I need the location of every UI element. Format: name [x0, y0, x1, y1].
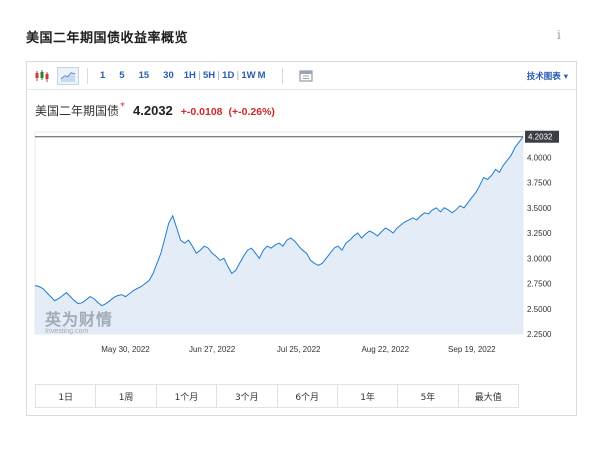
y-tick-label: 2.7500	[527, 280, 552, 289]
range-5y-button[interactable]: 5年	[398, 385, 459, 407]
investing-watermark-logo: 英为财情 Investing.com	[45, 306, 113, 335]
y-tick-label: 2.5000	[527, 305, 552, 314]
y-tick-label: 3.5000	[527, 204, 552, 213]
watermark-brand: 英为财情	[45, 310, 114, 329]
x-tick-label: May 30, 2022	[101, 345, 150, 354]
x-tick-label: Jun 27, 2022	[189, 345, 236, 354]
chart-widget: 1 5 15 30 1H | 5H | 1D | 1W M 技术图表 ▾ 美国二…	[26, 61, 577, 416]
info-icon[interactable]: i	[557, 28, 561, 42]
range-1y-button[interactable]: 1年	[337, 385, 399, 407]
range-1d-button[interactable]: 1日	[36, 385, 97, 407]
y-tick-label: 2.2500	[527, 330, 552, 339]
y-tick-label: 3.2500	[527, 229, 552, 238]
x-tick-label: Jul 25, 2022	[277, 345, 321, 354]
x-tick-label: Aug 22, 2022	[361, 345, 409, 354]
x-tick-label: Sep 19, 2022	[448, 345, 496, 354]
time-range-selector: 1日 1周 1个月 3个月 6个月 1年 5年 最大值	[35, 384, 519, 408]
last-value-label: 4.2032	[528, 133, 553, 142]
y-tick-label: 4.0000	[527, 153, 552, 162]
y-tick-label: 3.7500	[527, 179, 552, 188]
range-1w-button[interactable]: 1周	[96, 385, 157, 407]
range-3m-button[interactable]: 3个月	[217, 385, 278, 407]
range-max-button[interactable]: 最大值	[458, 385, 518, 407]
y-tick-label: 3.0000	[527, 254, 552, 263]
range-6m-button[interactable]: 6个月	[277, 385, 338, 407]
range-1m-button[interactable]: 1个月	[156, 385, 218, 407]
page-title: 美国二年期国债收益率概览	[26, 31, 189, 46]
